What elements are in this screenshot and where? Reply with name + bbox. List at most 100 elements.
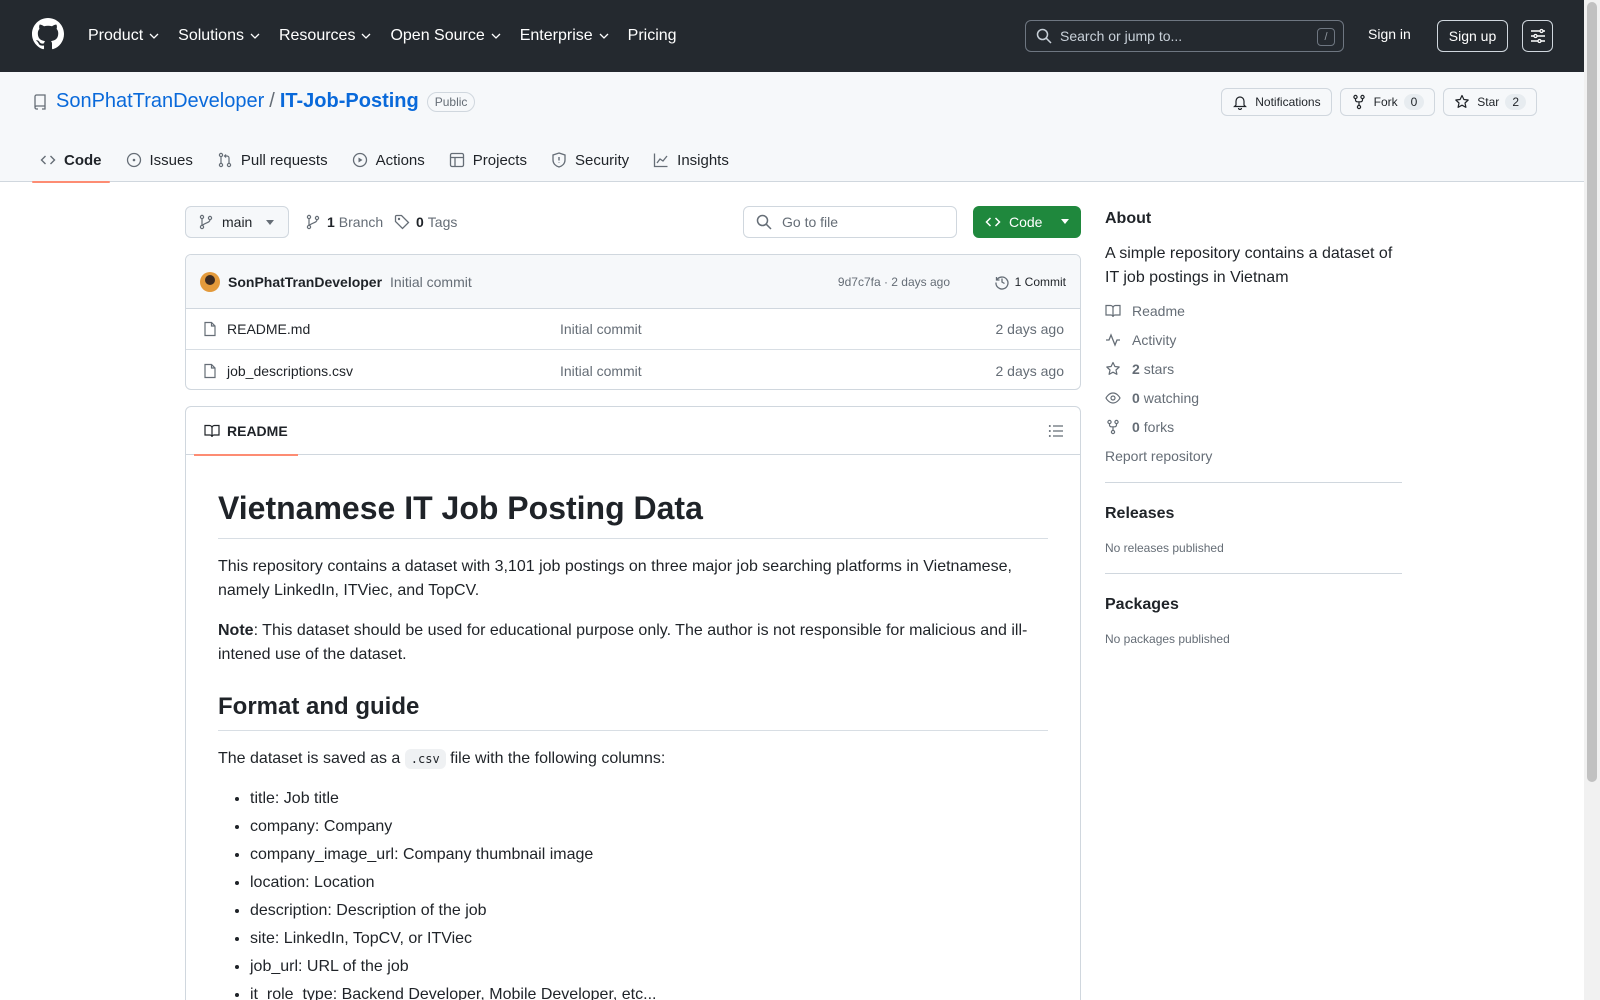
releases-empty-text: No releases published xyxy=(1105,541,1224,555)
scrollbar-thumb[interactable] xyxy=(1587,2,1597,782)
note-label: Note xyxy=(218,622,254,639)
repo-name-link[interactable]: IT-Job-Posting xyxy=(280,90,419,113)
menu-button[interactable] xyxy=(1522,20,1553,52)
packages-heading[interactable]: Packages xyxy=(1105,596,1402,614)
sign-in-link[interactable]: Sign in xyxy=(1368,26,1411,42)
tab-security[interactable]: Security xyxy=(543,138,637,182)
about-heading: About xyxy=(1105,210,1152,227)
tab-code[interactable]: Code xyxy=(32,138,110,183)
chevron-down-icon xyxy=(599,33,609,39)
file-commit-message[interactable]: Initial commit xyxy=(560,363,642,379)
eye-icon xyxy=(1105,392,1121,404)
watchers-link[interactable]: 0 watching xyxy=(1105,390,1402,406)
nav-label: Solutions xyxy=(178,27,244,44)
list-outline-icon[interactable] xyxy=(1048,423,1064,439)
nav-enterprise[interactable]: Enterprise xyxy=(520,27,610,45)
format-text-before: The dataset is saved as a xyxy=(218,750,405,767)
code-icon xyxy=(40,155,56,165)
search-icon xyxy=(756,214,772,230)
repo-path-separator: / xyxy=(269,90,275,112)
file-name[interactable]: job_descriptions.csv xyxy=(227,363,353,379)
sign-up-button[interactable]: Sign up xyxy=(1437,20,1508,52)
star-button[interactable]: Star 2 xyxy=(1443,88,1537,116)
tab-pull-requests[interactable]: Pull requests xyxy=(209,138,336,182)
nav-product[interactable]: Product xyxy=(88,27,160,45)
activity-link[interactable]: Activity xyxy=(1105,332,1402,348)
forks-link[interactable]: 0 forks xyxy=(1105,419,1402,435)
divider xyxy=(1105,573,1402,574)
file-row[interactable]: job_descriptions.csv Initial commit 2 da… xyxy=(186,350,1080,389)
about-sidebar: About A simple repository contains a dat… xyxy=(1105,210,1402,646)
tab-label: Actions xyxy=(375,151,425,169)
page-scrollbar[interactable] xyxy=(1584,0,1600,1000)
tab-label: Security xyxy=(574,151,630,169)
tag-count: 0 xyxy=(416,214,424,230)
repo-header: SonPhatTranDeveloper / IT-Job-Posting Pu… xyxy=(0,72,1584,183)
visibility-badge: Public xyxy=(426,91,476,112)
play-icon xyxy=(352,152,367,168)
tab-insights[interactable]: Insights xyxy=(645,138,737,182)
nav-resources[interactable]: Resources xyxy=(279,27,372,45)
readme-tab[interactable]: README xyxy=(194,407,298,456)
search-input[interactable]: Search or jump to... / xyxy=(1025,20,1344,52)
chevron-down-icon xyxy=(149,33,159,39)
file-commit-message[interactable]: Initial commit xyxy=(560,321,642,337)
table-icon xyxy=(449,152,464,168)
stars-label: stars xyxy=(1143,361,1175,377)
branches-link[interactable]: 1 Branch xyxy=(305,214,383,230)
tags-link[interactable]: 0 Tags xyxy=(394,214,457,230)
forks-count: 0 xyxy=(1132,419,1140,435)
go-to-file-placeholder: Go to file xyxy=(782,214,839,230)
readme-intro: This repository contains a dataset with … xyxy=(218,558,1012,599)
repo-actions: Notifications Fork 0 Star 2 xyxy=(1213,88,1537,116)
tag-count-label: Tags xyxy=(427,214,458,230)
avatar[interactable] xyxy=(200,271,220,292)
branch-selector[interactable]: main xyxy=(185,206,289,238)
commit-hash-date[interactable]: 9d7c7fa · 2 days ago xyxy=(838,275,950,289)
fork-button[interactable]: Fork 0 xyxy=(1339,88,1436,116)
nav-pricing[interactable]: Pricing xyxy=(628,27,677,45)
readme-link[interactable]: Readme xyxy=(1105,303,1402,319)
fork-icon xyxy=(1352,94,1365,110)
sliders-icon xyxy=(1530,28,1545,44)
code-icon xyxy=(985,217,1001,227)
notifications-label: Notifications xyxy=(1255,95,1321,109)
nav-solutions[interactable]: Solutions xyxy=(178,27,261,45)
file-icon xyxy=(204,363,216,378)
global-nav: Product Solutions Resources Open Source … xyxy=(88,0,695,72)
note-text: : This dataset should be used for educat… xyxy=(218,622,1028,663)
tab-actions[interactable]: Actions xyxy=(344,138,433,182)
nav-open-source[interactable]: Open Source xyxy=(390,27,501,45)
repo-owner-link[interactable]: SonPhatTranDeveloper xyxy=(56,90,264,113)
go-to-file-input[interactable]: Go to file xyxy=(743,206,957,238)
packages-empty-text: No packages published xyxy=(1105,632,1230,646)
file-date: 2 days ago xyxy=(995,362,1065,379)
tab-label: Insights xyxy=(677,151,729,169)
tab-issues[interactable]: Issues xyxy=(118,138,201,182)
code-button-label: Code xyxy=(1009,214,1043,230)
readme-note: Note: This dataset should be used for ed… xyxy=(218,619,1048,667)
commit-message[interactable]: Initial commit xyxy=(390,274,472,290)
readme-link-label: Readme xyxy=(1132,303,1185,319)
stars-link[interactable]: 2 stars xyxy=(1105,361,1402,377)
notifications-button[interactable]: Notifications xyxy=(1221,88,1332,116)
code-dropdown-button[interactable]: Code xyxy=(973,206,1081,238)
releases-heading[interactable]: Releases xyxy=(1105,505,1402,523)
pulse-icon xyxy=(1106,333,1120,347)
commit-author[interactable]: SonPhatTranDeveloper xyxy=(228,274,382,290)
file-name[interactable]: README.md xyxy=(227,321,310,337)
branch-icon xyxy=(199,214,213,230)
file-row[interactable]: README.md Initial commit 2 days ago xyxy=(186,309,1080,350)
global-header: Product Solutions Resources Open Source … xyxy=(0,0,1584,72)
report-repository-link[interactable]: Report repository xyxy=(1105,448,1402,464)
nav-label: Product xyxy=(88,27,144,44)
branch-icon xyxy=(306,214,320,230)
tag-icon xyxy=(394,214,410,230)
caret-down-icon xyxy=(1061,219,1069,224)
commits-link[interactable]: 1 Commit xyxy=(994,274,1066,290)
list-item: location: Location xyxy=(250,871,1048,895)
watching-label: watching xyxy=(1143,390,1200,406)
file-icon xyxy=(204,321,216,337)
tab-projects[interactable]: Projects xyxy=(441,138,535,182)
github-logo-icon[interactable] xyxy=(32,18,64,50)
